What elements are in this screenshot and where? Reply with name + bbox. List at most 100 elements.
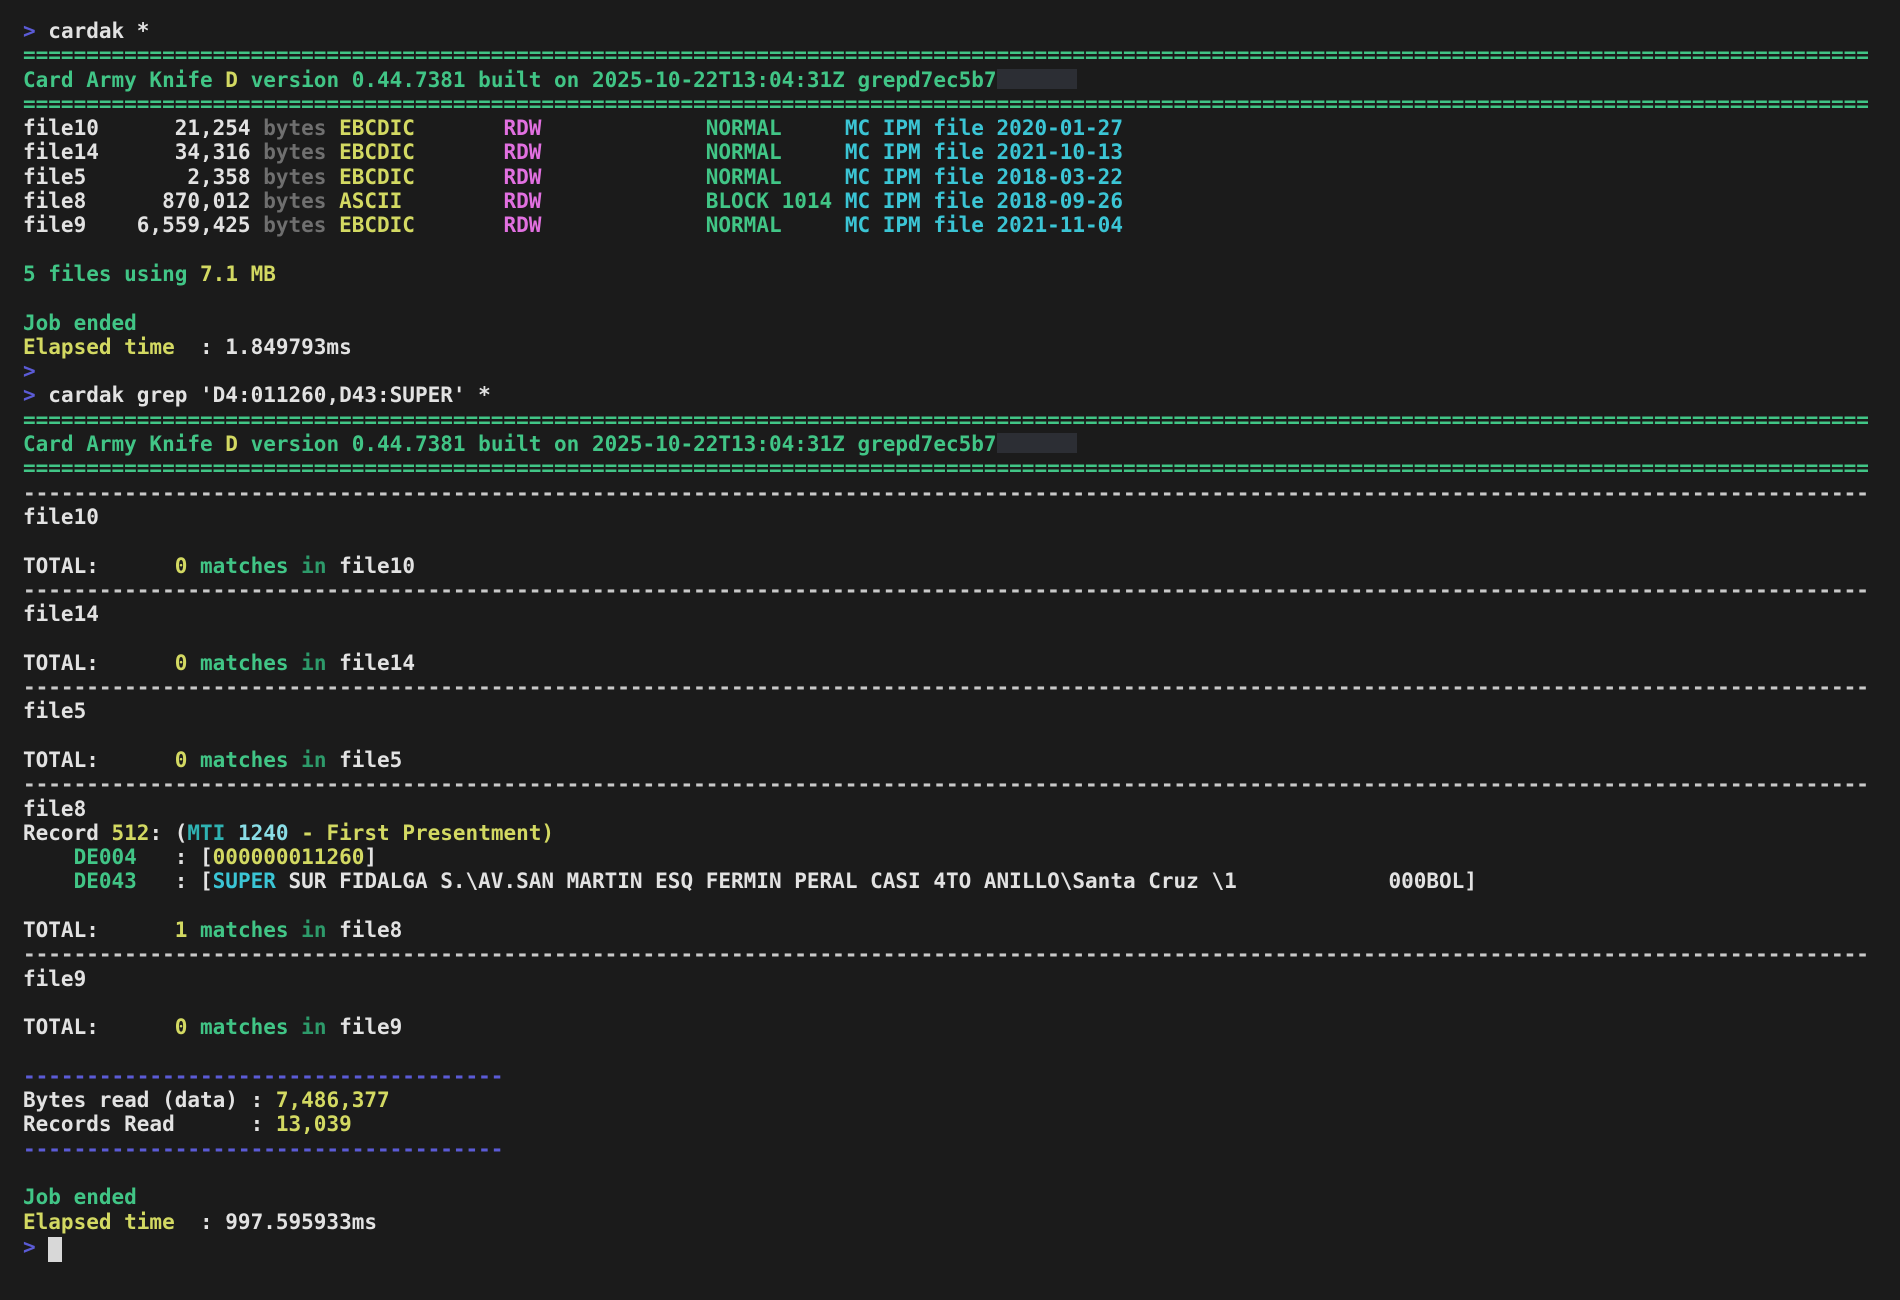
matches-word: matches <box>187 748 288 772</box>
banner-rule-chars: ========================================… <box>23 92 1869 116</box>
stats-rule-chars: -------------------------------------- <box>23 1137 503 1161</box>
total-label: TOTAL: <box>23 554 175 578</box>
app-name: Card Army Knife <box>23 68 225 92</box>
banner-text: Card Army Knife D version 0.44.7381 buil… <box>23 432 1892 456</box>
punctuation: : [ <box>137 869 213 893</box>
grep-file-name: file14 <box>23 602 99 626</box>
bytes-label: bytes <box>263 140 326 164</box>
section-separator: ----------------------------------------… <box>23 578 1892 602</box>
matches-word: matches <box>187 554 288 578</box>
total-label: TOTAL: <box>23 918 175 942</box>
file-table-row: file14 34,316 bytes EBCDIC RDW NORMAL MC… <box>23 140 1892 164</box>
grep-file-header: file5 <box>23 699 1892 723</box>
grep-total: TOTAL: 0 matches in file9 <box>23 1015 1892 1039</box>
punctuation: : [ <box>137 845 213 869</box>
file-type-and-date: MC IPM file 2021-10-13 <box>782 140 1123 164</box>
encoding: EBCDIC <box>326 140 415 164</box>
file-type-and-date: MC IPM file 2020-01-27 <box>782 116 1123 140</box>
stat-label: Records Read : <box>23 1112 276 1136</box>
match-count: 0 <box>175 1015 188 1039</box>
elapsed-time: Elapsed time : 997.595933ms <box>23 1210 1892 1234</box>
stats-rule-chars: -------------------------------------- <box>23 1064 503 1088</box>
prompt-symbol: > <box>23 1235 36 1259</box>
mti-description: - First Presentment) <box>289 821 555 845</box>
grep-total: TOTAL: 0 matches in file10 <box>23 554 1892 578</box>
files-summary: 5 files using 7.1 MB <box>23 262 1892 286</box>
blank-line <box>23 1161 1892 1185</box>
summary-text: files using <box>36 262 200 286</box>
matches-word: matches <box>187 651 288 675</box>
grep-file-name: file9 <box>326 1015 402 1039</box>
version-info: version 0.44.7381 built on 2025-10-22T13… <box>238 68 997 92</box>
section-rule-chars: ----------------------------------------… <box>23 481 1869 505</box>
file-name-and-size: file8 870,012 <box>23 189 263 213</box>
file-type-and-date: MC IPM file 2018-09-26 <box>832 189 1123 213</box>
record-field-de004: DE004 : [000000011260] <box>23 845 1892 869</box>
blank-line <box>23 286 1892 310</box>
grep-file-name: file8 <box>326 918 402 942</box>
file-name-and-size: file9 6,559,425 <box>23 213 263 237</box>
mti-code: 1240 <box>238 821 289 845</box>
blank-line <box>23 724 1892 748</box>
bytes-label: bytes <box>263 165 326 189</box>
in-word: in <box>289 1015 327 1039</box>
file-name-and-size: file14 34,316 <box>23 140 263 164</box>
stats-separator: -------------------------------------- <box>23 1137 1892 1161</box>
bytes-label: bytes <box>263 189 326 213</box>
banner-rule-chars: ========================================… <box>23 408 1869 432</box>
section-rule-chars: ----------------------------------------… <box>23 772 1869 796</box>
encoding: EBCDIC <box>326 165 415 189</box>
grep-file-name: file9 <box>23 967 86 991</box>
grep-file-name: file8 <box>23 797 86 821</box>
terminal-cursor[interactable] <box>48 1237 62 1262</box>
punctuation: : ( <box>149 821 187 845</box>
blank-line <box>23 894 1892 918</box>
record-format: RDW <box>415 165 541 189</box>
file-table-row: file10 21,254 bytes EBCDIC RDW NORMAL MC… <box>23 116 1892 140</box>
matches-word: matches <box>187 918 288 942</box>
prompt-command-2: > cardak grep 'D4:011260,D43:SUPER' * <box>23 383 1892 407</box>
record-field-de043: DE043 : [SUPER SUR FIDALGA S.\AV.SAN MAR… <box>23 869 1892 893</box>
spacer <box>36 1235 49 1259</box>
file-count: 5 <box>23 262 36 286</box>
grep-file-name: file5 <box>23 699 86 723</box>
file-status: NORMAL <box>541 213 781 237</box>
stat-label: Bytes read (data) : <box>23 1088 276 1112</box>
job-status: Job ended <box>23 311 137 335</box>
field-value: SUR FIDALGA S.\AV.SAN MARTIN ESQ FERMIN … <box>276 869 1477 893</box>
file-table-row: file9 6,559,425 bytes EBCDIC RDW NORMAL … <box>23 213 1892 237</box>
match-count: 0 <box>175 748 188 772</box>
file-type-and-date: MC IPM file 2021-11-04 <box>782 213 1123 237</box>
grep-total: TOTAL: 0 matches in file5 <box>23 748 1892 772</box>
section-separator: ----------------------------------------… <box>23 675 1892 699</box>
section-separator: ----------------------------------------… <box>23 772 1892 796</box>
file-status: BLOCK 1014 <box>541 189 832 213</box>
section-rule-chars: ----------------------------------------… <box>23 942 1869 966</box>
grep-file-header: file9 <box>23 967 1892 991</box>
total-label: TOTAL: <box>23 1015 175 1039</box>
record-format: RDW <box>415 213 541 237</box>
in-word: in <box>289 748 327 772</box>
redacted-text-block <box>997 69 1077 89</box>
grep-file-name: file10 <box>23 505 99 529</box>
job-status: Job ended <box>23 1185 137 1209</box>
file-name-and-size: file10 21,254 <box>23 116 263 140</box>
prompt-symbol: > <box>23 383 36 407</box>
grep-file-name: file5 <box>326 748 402 772</box>
matches-word: matches <box>187 1015 288 1039</box>
file-type-and-date: MC IPM file 2018-03-22 <box>782 165 1123 189</box>
command-text: cardak * <box>36 19 150 43</box>
stats-separator: -------------------------------------- <box>23 1064 1892 1088</box>
mti-label: MTI <box>187 821 238 845</box>
field-value: 000000011260 <box>213 845 365 869</box>
file-status: NORMAL <box>541 140 781 164</box>
record-format: RDW <box>402 189 541 213</box>
section-rule-chars: ----------------------------------------… <box>23 578 1869 602</box>
bytes-read-stat: Bytes read (data) : 7,486,377 <box>23 1088 1892 1112</box>
grep-total: TOTAL: 1 matches in file8 <box>23 918 1892 942</box>
blank-line <box>23 1039 1892 1063</box>
records-read-stat: Records Read : 13,039 <box>23 1112 1892 1136</box>
file-name-and-size: file5 2,358 <box>23 165 263 189</box>
terminal-screen[interactable]: > cardak * ==============================… <box>0 0 1900 1300</box>
file-table-row: file8 870,012 bytes ASCII RDW BLOCK 1014… <box>23 189 1892 213</box>
